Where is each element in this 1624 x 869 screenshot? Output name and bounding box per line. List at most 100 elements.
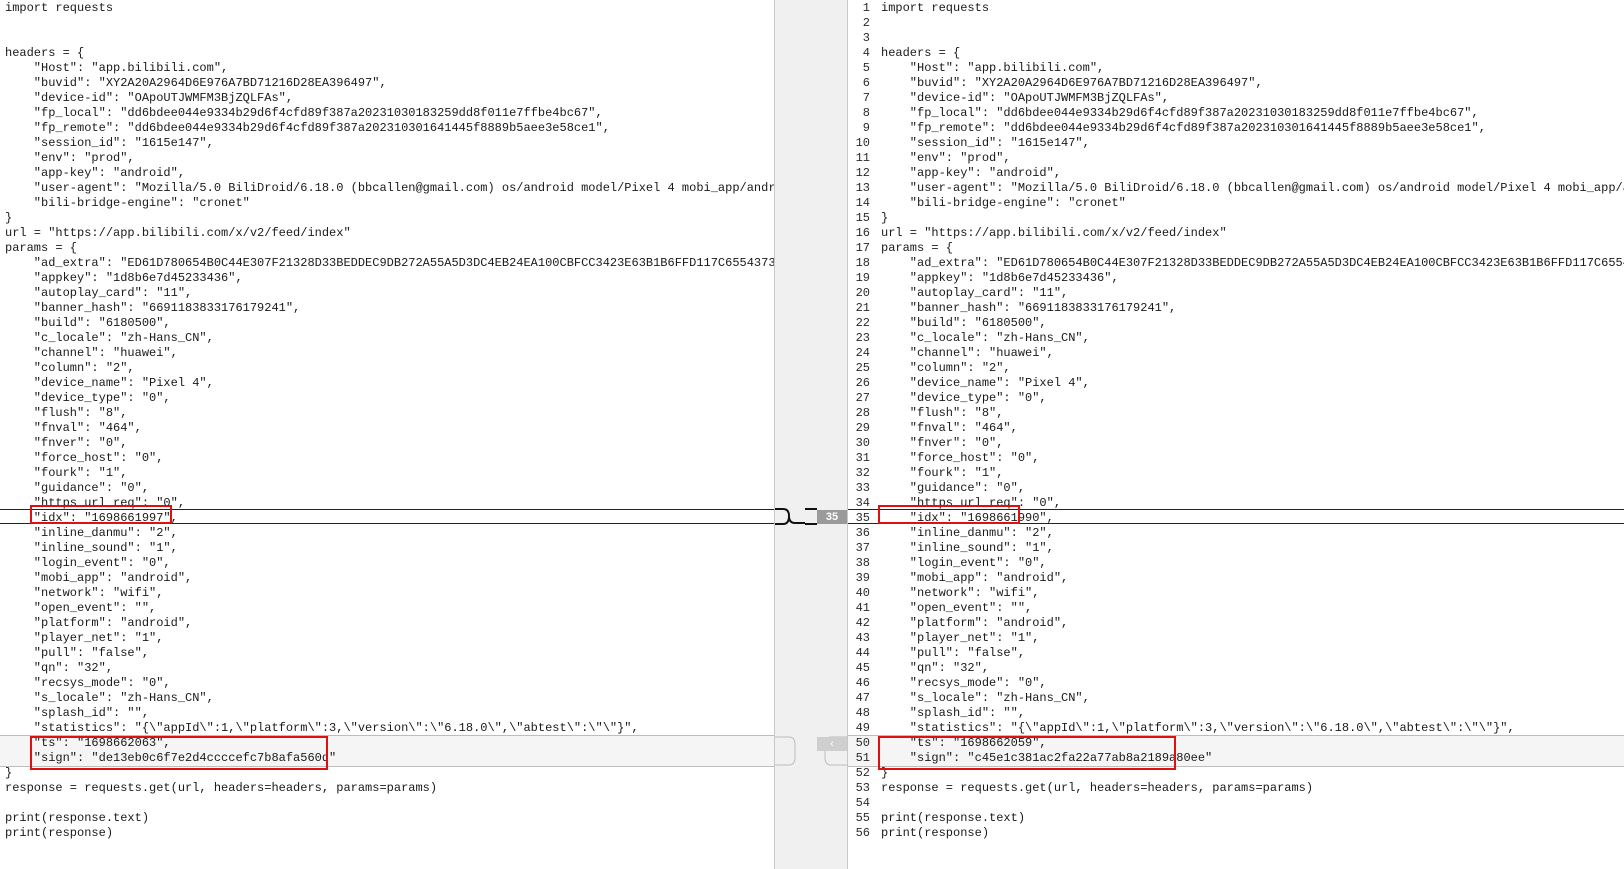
right-code-line[interactable]: 9 "fp_remote": "dd6bdee044e9334b29d6f4cf… xyxy=(863,121,1624,136)
left-code-line[interactable]: "ad_extra": "ED61D780654B0C44E307F21328D… xyxy=(0,256,774,271)
left-code-line[interactable]: "fnval": "464", xyxy=(0,421,774,436)
left-code-line[interactable]: "pull": "false", xyxy=(0,646,774,661)
right-code-line[interactable]: 41 "open_event": "", xyxy=(856,601,1624,616)
left-code-line[interactable]: "s_locale": "zh-Hans_CN", xyxy=(0,691,774,706)
right-code-line[interactable]: 29 "fnval": "464", xyxy=(856,421,1624,436)
right-code-line[interactable]: 38 "login_event": "0", xyxy=(856,556,1624,571)
right-code-line[interactable]: 12 "app-key": "android", xyxy=(856,166,1624,181)
left-code-line[interactable]: "qn": "32", xyxy=(0,661,774,676)
left-code-line[interactable]: "splash_id": "", xyxy=(0,706,774,721)
right-code-line[interactable]: 3 xyxy=(863,31,1624,46)
left-code-line[interactable]: "fp_remote": "dd6bdee044e9334b29d6f4cfd8… xyxy=(0,121,774,136)
right-code-line[interactable]: 21 "banner_hash": "6691183833176179241", xyxy=(856,301,1624,316)
left-code-line[interactable]: "force_host": "0", xyxy=(0,451,774,466)
left-code-line[interactable]: "mobi_app": "android", xyxy=(0,571,774,586)
right-code-line[interactable]: 46 "recsys_mode": "0", xyxy=(856,676,1624,691)
left-code-line[interactable]: "build": "6180500", xyxy=(0,316,774,331)
right-code-line[interactable]: 43 "player_net": "1", xyxy=(856,631,1624,646)
left-code-line[interactable]: url = "https://app.bilibili.com/x/v2/fee… xyxy=(0,226,774,241)
right-code-line[interactable]: 45 "qn": "32", xyxy=(856,661,1624,676)
left-code-line[interactable]: response = requests.get(url, headers=hea… xyxy=(0,781,774,796)
right-code-line[interactable]: 15} xyxy=(856,211,1624,226)
left-code-line[interactable]: print(response) xyxy=(0,826,774,841)
left-code-line[interactable] xyxy=(0,31,774,46)
right-code-line[interactable]: 6 "buvid": "XY2A20A2964D6E976A7BD71216D2… xyxy=(863,76,1624,91)
left-code-line[interactable]: import requests xyxy=(0,1,774,16)
left-code-line[interactable]: "device-id": "OApoUTJWMFM3BjZQLFAs", xyxy=(0,91,774,106)
left-code-line[interactable]: } xyxy=(0,211,774,226)
right-code-line[interactable]: 16 url = "https://app.bilibili.com/x/v2/f… xyxy=(856,226,1624,241)
left-code-line[interactable]: "fourk": "1", xyxy=(0,466,774,481)
left-code-line[interactable]: "device_name": "Pixel 4", xyxy=(0,376,774,391)
left-editor-pane[interactable]: import requests headers = { "Host": "app.… xyxy=(0,0,774,869)
right-code-line[interactable]: 23 "c_locale": "zh-Hans_CN", xyxy=(856,331,1624,346)
left-code-line[interactable]: "c_locale": "zh-Hans_CN", xyxy=(0,331,774,346)
right-code-line[interactable]: 33 "guidance": "0", xyxy=(856,481,1624,496)
left-code-line[interactable]: "bili-bridge-engine": "cronet" xyxy=(0,196,774,211)
right-code-line[interactable]: 8 "fp_local": "dd6bdee044e9334b29d6f4cfd… xyxy=(863,106,1624,121)
right-code-line[interactable]: 13 "user-agent": "Mozilla/5.0 BiliDroid/… xyxy=(856,181,1624,196)
left-code-line[interactable]: headers = { xyxy=(0,46,774,61)
right-code-line[interactable]: 10 "session_id": "1615e147", xyxy=(856,136,1624,151)
left-code-line[interactable]: "network": "wifi", xyxy=(0,586,774,601)
left-code-line[interactable]: "user-agent": "Mozilla/5.0 BiliDroid/6.1… xyxy=(0,181,774,196)
left-code-line[interactable]: "flush": "8", xyxy=(0,406,774,421)
right-code-line[interactable]: 5 "Host": "app.bilibili.com", xyxy=(863,61,1624,76)
right-code-line[interactable]: 49 "statistics": "{\"appId\":1,\"platfor… xyxy=(856,721,1624,736)
left-code-line[interactable]: print(response.text) xyxy=(0,811,774,826)
gutter-current-line-number[interactable]: 35 xyxy=(817,510,847,524)
right-code-line[interactable]: 37 "inline_sound": "1", xyxy=(856,541,1624,556)
left-code-line[interactable]: "inline_danmu": "2", xyxy=(0,526,774,541)
right-code-line[interactable]: 54 xyxy=(856,796,1624,811)
right-code-line[interactable]: 36 "inline_danmu": "2", xyxy=(856,526,1624,541)
left-code-line[interactable]: "env": "prod", xyxy=(0,151,774,166)
left-code-line[interactable]: "inline_sound": "1", xyxy=(0,541,774,556)
left-code-line[interactable] xyxy=(0,796,774,811)
right-code-line[interactable]: 53 response = requests.get(url, headers=h… xyxy=(856,781,1624,796)
left-code-line[interactable]: "statistics": "{\"appId\":1,\"platform\"… xyxy=(0,721,774,736)
right-code-line[interactable]: 2 xyxy=(863,16,1624,31)
left-code-line[interactable]: "session_id": "1615e147", xyxy=(0,136,774,151)
right-code-line[interactable]: 27 "device_type": "0", xyxy=(856,391,1624,406)
right-editor-pane[interactable]: 1 import requests 2 3 4 headers = {5 "Host": … xyxy=(848,0,1624,869)
right-code-line[interactable]: 44 "pull": "false", xyxy=(856,646,1624,661)
left-code-line[interactable]: "fp_local": "dd6bdee044e9334b29d6f4cfd89… xyxy=(0,106,774,121)
right-code-line[interactable]: 4 headers = { xyxy=(863,46,1624,61)
right-code-line[interactable]: 28 "flush": "8", xyxy=(856,406,1624,421)
right-code-line[interactable]: 19 "appkey": "1d8b6e7d45233436", xyxy=(856,271,1624,286)
left-code-line[interactable]: "banner_hash": "6691183833176179241", xyxy=(0,301,774,316)
right-code-line[interactable]: 32 "fourk": "1", xyxy=(856,466,1624,481)
left-code-line[interactable] xyxy=(0,16,774,31)
left-code-line[interactable]: params = { xyxy=(0,241,774,256)
left-code-line[interactable]: "guidance": "0", xyxy=(0,481,774,496)
right-code-line[interactable]: 47 "s_locale": "zh-Hans_CN", xyxy=(856,691,1624,706)
right-code-line[interactable]: 26 "device_name": "Pixel 4", xyxy=(856,376,1624,391)
left-code-line[interactable]: "channel": "huawei", xyxy=(0,346,774,361)
right-code-line[interactable]: 56 print(response) xyxy=(856,826,1624,841)
right-code-line[interactable]: 20 "autoplay_card": "11", xyxy=(856,286,1624,301)
right-code-line[interactable]: 30 "fnver": "0", xyxy=(856,436,1624,451)
left-code-line[interactable]: "column": "2", xyxy=(0,361,774,376)
right-code-line[interactable]: 7 "device-id": "OApoUTJWMFM3BjZQLFAs", xyxy=(863,91,1624,106)
right-code-line[interactable]: 42 "platform": "android", xyxy=(856,616,1624,631)
left-code-line[interactable]: "app-key": "android", xyxy=(0,166,774,181)
right-code-line[interactable]: 14 "bili-bridge-engine": "cronet" xyxy=(856,196,1624,211)
left-code-line[interactable]: "appkey": "1d8b6e7d45233436", xyxy=(0,271,774,286)
right-code-line[interactable]: 48 "splash_id": "", xyxy=(856,706,1624,721)
left-code-line[interactable]: "buvid": "XY2A20A2964D6E976A7BD71216D28E… xyxy=(0,76,774,91)
right-code-line[interactable]: 22 "build": "6180500", xyxy=(856,316,1624,331)
right-code-line[interactable]: 40 "network": "wifi", xyxy=(856,586,1624,601)
left-code-line[interactable]: "Host": "app.bilibili.com", xyxy=(0,61,774,76)
right-code-line[interactable]: 18 "ad_extra": "ED61D780654B0C44E307F213… xyxy=(856,256,1624,271)
right-code-line[interactable]: 1 import requests xyxy=(863,1,1624,16)
right-code-line[interactable]: 55 print(response.text) xyxy=(856,811,1624,826)
right-code-line[interactable]: 39 "mobi_app": "android", xyxy=(856,571,1624,586)
left-code-line[interactable]: "login_event": "0", xyxy=(0,556,774,571)
right-code-line[interactable]: 11 "env": "prod", xyxy=(856,151,1624,166)
left-code-line[interactable]: "platform": "android", xyxy=(0,616,774,631)
gutter-fold-marker[interactable]: ‹ xyxy=(817,737,847,751)
right-code-line[interactable]: 25 "column": "2", xyxy=(856,361,1624,376)
right-code-line[interactable]: 31 "force_host": "0", xyxy=(856,451,1624,466)
left-code-line[interactable]: "autoplay_card": "11", xyxy=(0,286,774,301)
left-code-line[interactable]: "open_event": "", xyxy=(0,601,774,616)
